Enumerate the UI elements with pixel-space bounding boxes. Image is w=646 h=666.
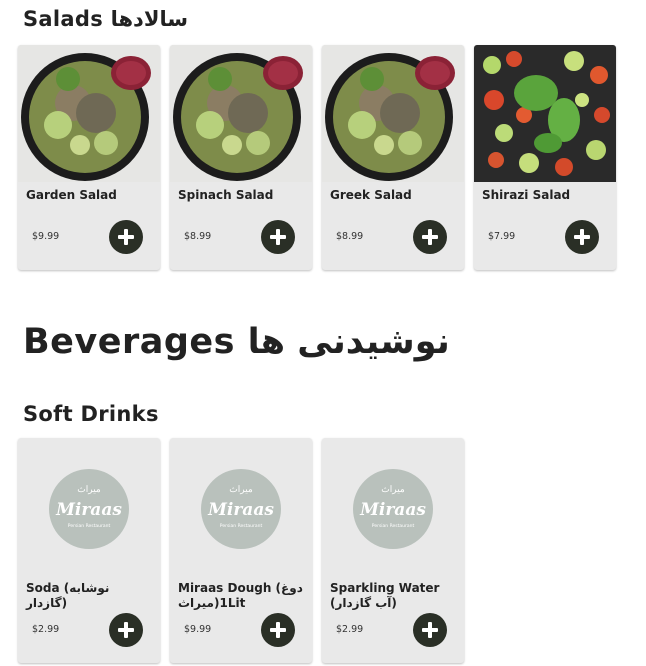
beverages-section-title: Beverages نوشیدنی ها xyxy=(23,322,450,362)
item-price: $2.99 xyxy=(32,624,60,635)
item-name: Shirazi Salad xyxy=(482,188,571,202)
menu-card-miraas-dough[interactable]: میراث Miraas Persian Restaurant Miraas D… xyxy=(170,438,312,663)
add-to-cart-button[interactable] xyxy=(565,220,599,254)
menu-card-garden-salad[interactable]: Garden Salad $9.99 xyxy=(18,45,160,270)
logo-persian-text: میراث xyxy=(381,485,405,495)
add-to-cart-button[interactable] xyxy=(261,613,295,647)
soft-drinks-section-title: Soft Drinks xyxy=(23,402,159,426)
logo-script-text: Miraas xyxy=(359,500,426,520)
menu-card-soda[interactable]: میراث Miraas Persian Restaurant Soda (نو… xyxy=(18,438,160,663)
logo-subtitle-text: Persian Restaurant xyxy=(372,523,415,529)
add-to-cart-button[interactable] xyxy=(109,220,143,254)
logo-subtitle-text: Persian Restaurant xyxy=(220,523,263,529)
item-name: Sparkling Water (آب گازدار) xyxy=(330,581,440,610)
salad-bowl-image xyxy=(18,45,160,182)
menu-card-spinach-salad[interactable]: Spinach Salad $8.99 xyxy=(170,45,312,270)
logo-subtitle-text: Persian Restaurant xyxy=(68,523,111,529)
logo-persian-text: میراث xyxy=(229,485,253,495)
item-name: Greek Salad xyxy=(330,188,412,202)
item-price: $2.99 xyxy=(336,624,364,635)
menu-card-sparkling-water[interactable]: میراث Miraas Persian Restaurant Sparklin… xyxy=(322,438,464,663)
add-to-cart-button[interactable] xyxy=(413,613,447,647)
item-name: Miraas Dough (دوغ میراث)1Lit xyxy=(178,581,303,610)
logo-persian-text: میراث xyxy=(77,485,101,495)
salad-bowl-image xyxy=(170,45,312,182)
item-price: $8.99 xyxy=(336,231,364,242)
item-price: $7.99 xyxy=(488,231,516,242)
salad-bowl-image xyxy=(322,45,464,182)
item-name: Spinach Salad xyxy=(178,188,274,202)
add-to-cart-button[interactable] xyxy=(413,220,447,254)
miraas-logo-placeholder: میراث Miraas Persian Restaurant xyxy=(322,438,464,578)
salads-section-title: Salads سالادها xyxy=(23,7,189,31)
logo-script-text: Miraas xyxy=(55,500,122,520)
menu-card-shirazi-salad[interactable]: Shirazi Salad $7.99 xyxy=(474,45,616,270)
logo-script-text: Miraas xyxy=(207,500,274,520)
miraas-logo-placeholder: میراث Miraas Persian Restaurant xyxy=(170,438,312,578)
item-price: $9.99 xyxy=(184,624,212,635)
miraas-logo-placeholder: میراث Miraas Persian Restaurant xyxy=(18,438,160,578)
item-price: $9.99 xyxy=(32,231,60,242)
add-to-cart-button[interactable] xyxy=(109,613,143,647)
item-price: $8.99 xyxy=(184,231,212,242)
item-name: Garden Salad xyxy=(26,188,117,202)
add-to-cart-button[interactable] xyxy=(261,220,295,254)
menu-card-greek-salad[interactable]: Greek Salad $8.99 xyxy=(322,45,464,270)
item-name: Soda (نوشابه گازدار) xyxy=(26,581,110,610)
shirazi-salad-image xyxy=(474,45,616,182)
